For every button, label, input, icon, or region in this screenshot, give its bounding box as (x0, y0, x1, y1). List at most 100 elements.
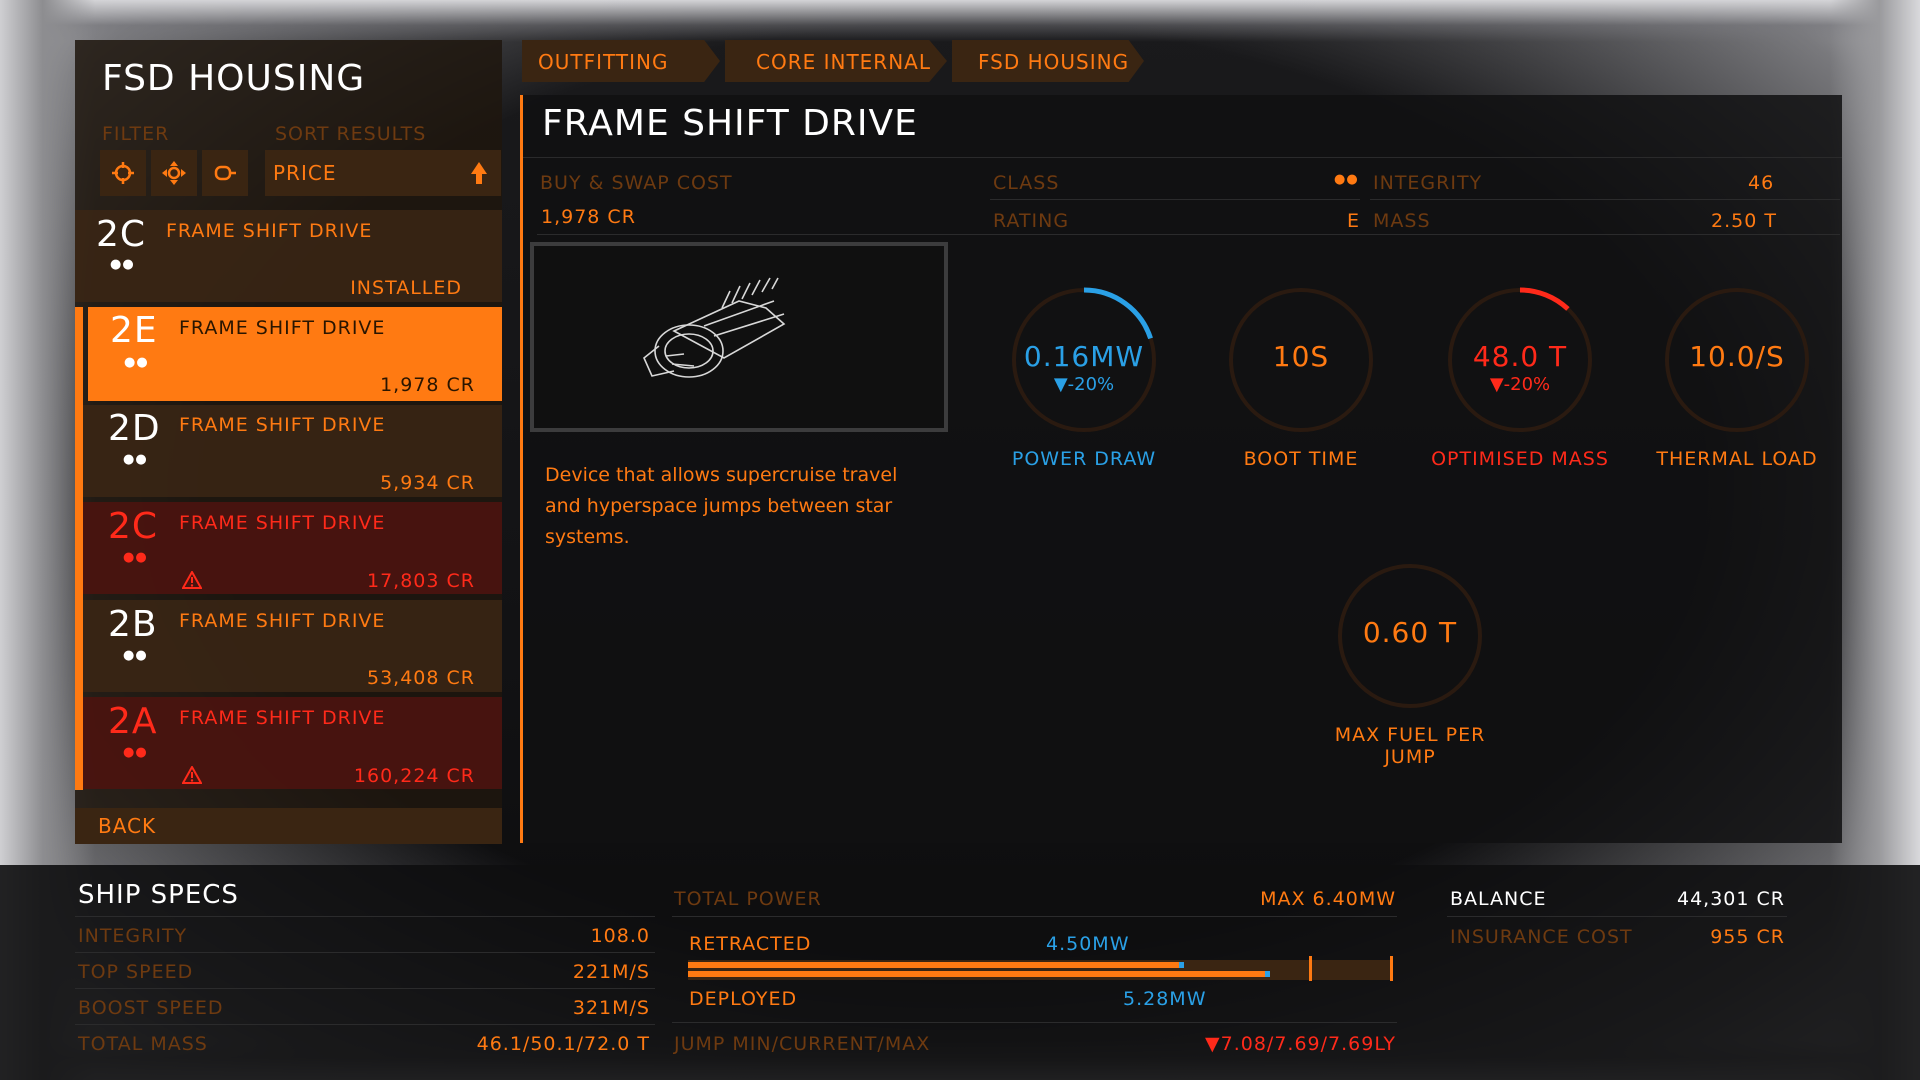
gauge-value: 0.16MW (1023, 340, 1145, 373)
spec-integrity-value: 108.0 (590, 925, 650, 947)
item-price: 1,978 CR (380, 374, 475, 396)
item-class-code: 2C (108, 506, 159, 547)
module-image (530, 242, 948, 432)
divider (1370, 199, 1840, 200)
gauge-modifier: ▼-20% (1489, 374, 1551, 395)
retracted-label: RETRACTED (689, 933, 812, 955)
warning-icon (182, 766, 202, 784)
divider (990, 199, 1360, 200)
integrity-label: INTEGRITY (1373, 172, 1483, 194)
retracted-value: 4.50MW (1046, 933, 1130, 955)
item-class-dots: ●● (124, 355, 149, 370)
module-icon (214, 165, 236, 181)
spec-integrity-label: INTEGRITY (78, 925, 188, 947)
divider (672, 1022, 1397, 1023)
divider (75, 916, 655, 917)
gauge-label: MAX FUEL PER JUMP (1334, 724, 1486, 768)
jump-range-label: JUMP MIN/CURRENT/MAX (674, 1033, 931, 1055)
move-icon (162, 161, 186, 185)
item-price: 53,408 CR (367, 667, 475, 689)
sort-value: PRICE (273, 161, 337, 185)
filter-internal-button[interactable] (202, 150, 248, 196)
item-class-dots: ●● (123, 648, 148, 663)
jump-range-value: ▼7.08/7.69/7.69LY (1205, 1033, 1396, 1055)
item-class-dots: ●● (110, 257, 135, 272)
spec-total-mass-label: TOTAL MASS (78, 1033, 208, 1055)
sort-dropdown[interactable]: PRICE (265, 150, 501, 196)
back-label: BACK (98, 814, 157, 838)
retracted-power-bar (688, 962, 1184, 968)
deployed-power-marker (1265, 971, 1270, 977)
crosshair-icon (112, 162, 134, 184)
item-status: INSTALLED (350, 277, 462, 299)
balance-label: BALANCE (1450, 888, 1547, 910)
insurance-value: 955 CR (1710, 926, 1785, 948)
power-max-marker (1390, 956, 1393, 981)
filter-label: FILTER (102, 123, 170, 145)
item-class-code: 2A (108, 701, 158, 742)
gauge-label: THERMAL LOAD (1656, 448, 1818, 470)
module-description: Device that allows supercruise travel an… (545, 464, 898, 548)
item-name: FRAME SHIFT DRIVE (179, 707, 386, 729)
spec-top-speed-label: TOP SPEED (78, 961, 194, 983)
item-class-code: 2B (108, 604, 158, 645)
panel-title: FSD HOUSING (102, 58, 366, 99)
item-class-dots: ●● (123, 550, 148, 565)
item-class-dots: ●● (123, 745, 148, 760)
spec-top-speed-value: 221M/S (572, 961, 650, 983)
filter-utility-button[interactable] (151, 150, 197, 196)
gauge-value: 10S (1272, 340, 1330, 373)
retracted-power-marker (1179, 962, 1184, 968)
item-price: 160,224 CR (353, 765, 475, 787)
filter-weapons-button[interactable] (100, 150, 146, 196)
divider (1447, 916, 1787, 917)
gauge-label: OPTIMISED MASS (1431, 448, 1609, 470)
frame-shift-drive-icon (643, 277, 786, 378)
item-class-code: 2D (108, 408, 161, 449)
breadcrumb-label: OUTFITTING (538, 50, 669, 74)
warning-icon (182, 571, 202, 589)
deployed-power-bar (688, 971, 1270, 977)
mass-value: 2.50 T (1711, 210, 1777, 232)
total-power-label: TOTAL POWER (674, 888, 822, 910)
item-name: FRAME SHIFT DRIVE (179, 414, 386, 436)
power-capacity-marker (1309, 956, 1312, 981)
arrow-up-icon (471, 162, 487, 184)
item-class-code: 2E (110, 310, 158, 351)
breadcrumb-label: CORE INTERNAL (756, 50, 931, 74)
insurance-label: INSURANCE COST (1450, 926, 1633, 948)
buy-swap-label: BUY & SWAP COST (540, 172, 733, 194)
gauge-value: 0.60 T (1362, 616, 1458, 649)
item-class-dots: ●● (123, 452, 148, 467)
divider (75, 988, 655, 989)
integrity-value: 46 (1748, 172, 1775, 194)
total-power-max: MAX 6.40MW (1260, 888, 1396, 910)
buy-swap-value: 1,978 CR (541, 206, 636, 228)
rating-label: RATING (993, 210, 1070, 232)
list-selection-rail (75, 307, 83, 790)
deployed-label: DEPLOYED (689, 988, 798, 1010)
spec-boost-speed-value: 321M/S (572, 997, 650, 1019)
class-label: CLASS (993, 172, 1060, 194)
breadcrumb-label: FSD HOUSING (978, 50, 1130, 74)
gauge-fill (1083, 287, 1153, 340)
ship-specs-title: SHIP SPECS (78, 880, 239, 910)
spec-total-mass-value: 46.1/50.1/72.0 T (476, 1033, 650, 1055)
gauge-value: 48.0 T (1472, 340, 1568, 373)
divider (75, 952, 655, 953)
gauge-value: 10.0/S (1689, 340, 1785, 373)
divider (672, 916, 1397, 917)
balance-value: 44,301 CR (1677, 888, 1785, 910)
item-price: 17,803 CR (367, 570, 475, 592)
class-value: ●● (1334, 172, 1359, 187)
gauge-modifier: ▼-20% (1053, 374, 1115, 395)
module-title: FRAME SHIFT DRIVE (542, 103, 918, 144)
divider (537, 234, 1840, 235)
mass-label: MASS (1373, 210, 1431, 232)
item-class-code: 2C (96, 214, 147, 255)
gauge-fill (1519, 287, 1570, 311)
gauge-label: BOOT TIME (1243, 448, 1359, 470)
divider (75, 1024, 655, 1025)
sort-label: SORT RESULTS (275, 123, 427, 145)
gauge-label: POWER DRAW (1011, 448, 1157, 470)
